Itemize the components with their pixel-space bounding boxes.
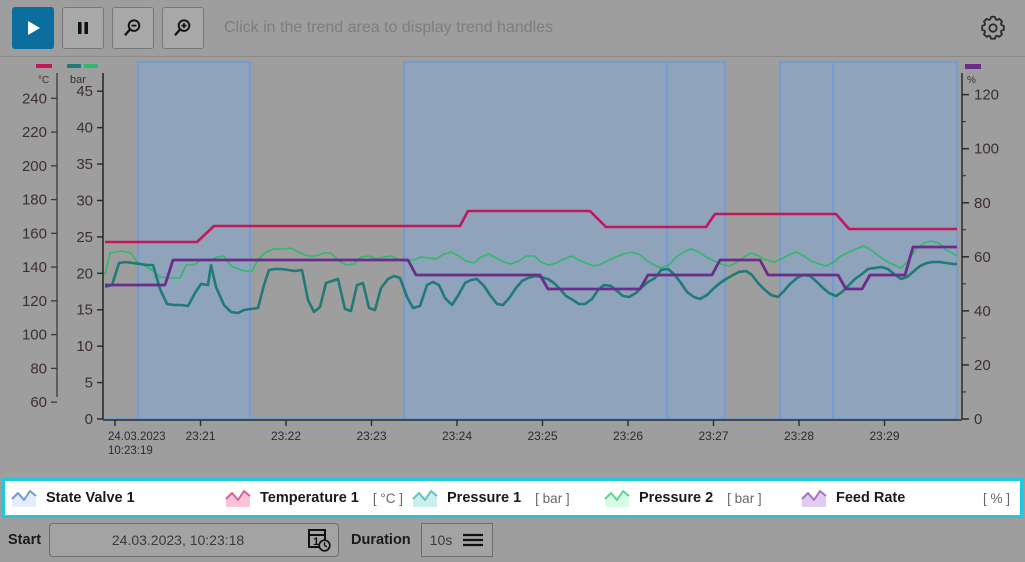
svg-text:100: 100 (974, 141, 999, 158)
svg-text:25: 25 (76, 229, 93, 246)
svg-text:200: 200 (22, 158, 47, 175)
svg-text:35: 35 (76, 156, 93, 173)
legend-label: Pressure 1 (447, 490, 522, 506)
legend-unit: [ bar ] (727, 490, 762, 506)
play-button[interactable] (12, 7, 54, 49)
axis-bar-color-swatch-2 (84, 64, 98, 68)
svg-text:°C: °C (38, 75, 49, 86)
legend-unit: [ °C ] (372, 490, 404, 506)
trend-glyph-icon (225, 490, 251, 507)
legend-item-1[interactable]: Temperature 1 [ °C ] (225, 481, 412, 515)
legend-label: State Valve 1 (46, 490, 135, 506)
svg-text:0: 0 (974, 411, 982, 428)
toolbar: Click in the trend area to display trend… (0, 0, 1025, 57)
svg-text:80: 80 (30, 360, 47, 377)
zoom-out-icon (124, 19, 141, 36)
svg-text:20: 20 (76, 265, 93, 282)
legend-label: Temperature 1 (260, 490, 359, 506)
start-label: Start (8, 532, 42, 548)
pause-icon (78, 22, 88, 34)
svg-text:1: 1 (313, 536, 319, 548)
legend-label: Pressure 2 (639, 490, 714, 506)
svg-text:10: 10 (76, 338, 93, 355)
legend-unit: [ bar ] (535, 490, 570, 506)
svg-text:140: 140 (22, 259, 47, 276)
start-datetime-value: 24.03.2023, 10:23:18 (111, 532, 245, 548)
time-range-bar: Start 24.03.2023, 10:23:18 1 Duration 10… (0, 518, 1025, 562)
svg-text:60: 60 (30, 394, 47, 411)
svg-text:0: 0 (85, 411, 93, 428)
calendar-clock-icon[interactable]: 1 (306, 527, 332, 553)
legend-item-4[interactable]: Feed Rate [ % ] (801, 481, 1014, 515)
trend-view-app: Click in the trend area to display trend… (0, 0, 1025, 562)
svg-text:%: % (967, 75, 976, 86)
series-legend: State Valve 1 Temperature 1 [ °C ] Press… (2, 478, 1023, 518)
svg-text:23:26: 23:26 (613, 429, 643, 443)
duration-label: Duration (351, 532, 411, 548)
svg-text:40: 40 (974, 303, 991, 320)
svg-text:220: 220 (22, 124, 47, 141)
svg-text:23:23: 23:23 (356, 429, 386, 443)
zoom-in-button[interactable] (162, 7, 204, 49)
svg-text:23:28: 23:28 (784, 429, 814, 443)
trend-glyph-icon (11, 490, 37, 507)
svg-text:80: 80 (974, 195, 991, 212)
zoom-in-icon (174, 19, 191, 36)
axis-percent-color-swatch (965, 64, 981, 69)
svg-text:40: 40 (76, 120, 93, 137)
zoom-out-button[interactable] (112, 7, 154, 49)
svg-text:10:23:19: 10:23:19 (108, 445, 153, 457)
gear-icon (981, 15, 1005, 40)
svg-text:23:22: 23:22 (271, 429, 301, 443)
svg-text:23:21: 23:21 (185, 429, 215, 443)
hamburger-icon[interactable] (462, 532, 484, 548)
legend-unit: [ % ] (982, 490, 1010, 506)
trend-chart[interactable]: °C 60 80 100 120 140 160 180 200 220 240 bar 0 5 10… (0, 57, 1025, 478)
svg-text:100: 100 (22, 327, 47, 344)
axis-celsius-color-swatch (36, 64, 52, 68)
svg-text:24.03.2023: 24.03.2023 (108, 431, 166, 443)
svg-text:45: 45 (76, 83, 93, 100)
legend-item-3[interactable]: Pressure 2 [ bar ] (604, 481, 801, 515)
svg-text:120: 120 (22, 293, 47, 310)
svg-text:240: 240 (22, 90, 47, 107)
trend-glyph-icon (801, 490, 827, 507)
svg-text:160: 160 (22, 225, 47, 242)
svg-text:20: 20 (974, 357, 991, 374)
svg-text:23:29: 23:29 (869, 429, 899, 443)
start-datetime-field[interactable]: 24.03.2023, 10:23:18 1 (49, 523, 340, 557)
svg-text:180: 180 (22, 192, 47, 209)
axis-bar-color-swatch-1 (67, 64, 81, 68)
settings-button[interactable] (973, 8, 1013, 48)
legend-label: Feed Rate (836, 490, 906, 506)
svg-text:23:27: 23:27 (698, 429, 728, 443)
series-state-valve-1 (105, 61, 958, 420)
trend-glyph-icon (412, 490, 438, 507)
svg-text:120: 120 (974, 87, 999, 104)
trend-plot-svg[interactable]: °C 6080100120140160180200220240 bar 0510… (0, 57, 1025, 472)
svg-text:23:24: 23:24 (442, 429, 472, 443)
svg-text:60: 60 (974, 249, 991, 266)
svg-text:15: 15 (76, 302, 93, 319)
duration-field[interactable]: 10s (420, 523, 494, 557)
legend-item-0[interactable]: State Valve 1 (11, 481, 225, 515)
legend-item-2[interactable]: Pressure 1 [ bar ] (412, 481, 604, 515)
svg-text:23:25: 23:25 (527, 429, 557, 443)
svg-text:5: 5 (85, 375, 93, 392)
duration-value: 10s (429, 532, 453, 548)
toolbar-hint: Click in the trend area to display trend… (224, 19, 554, 36)
svg-text:30: 30 (76, 192, 93, 209)
pause-button[interactable] (62, 7, 104, 49)
trend-glyph-icon (604, 490, 630, 507)
play-icon (28, 21, 40, 35)
